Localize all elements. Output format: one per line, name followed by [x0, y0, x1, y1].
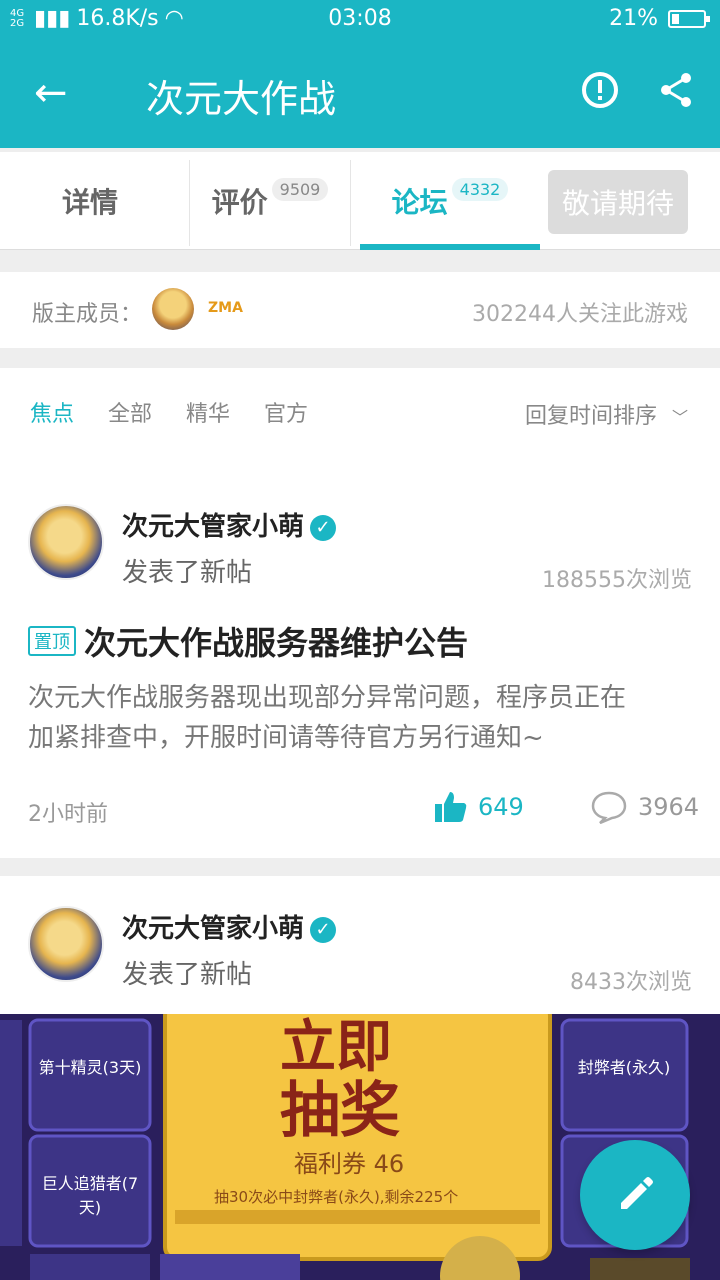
report-icon[interactable] [580, 70, 620, 110]
post-title[interactable]: 置顶 次元大作战服务器维护公告 [28, 618, 468, 664]
forum-count-badge: 4332 [451, 177, 509, 201]
post-body: 次元大作战服务器现出现部分异常问题，程序员正在 加紧排查中，开服时间请等待官方另… [28, 678, 692, 758]
active-tab-indicator [360, 244, 540, 250]
comment-icon [591, 791, 627, 824]
share-icon[interactable] [656, 70, 696, 110]
lottery-note: 抽30次必中封弊者(永久),剩余225个 [214, 1188, 459, 1206]
filter-all[interactable]: 全部 [108, 396, 152, 428]
tab-label: 评价 [211, 186, 268, 219]
view-count: 188555次浏览 [542, 568, 692, 593]
post-title-text: 次元大作战服务器维护公告 [84, 624, 469, 662]
view-count: 8433次浏览 [570, 970, 692, 995]
status-bar: 4G 2G ▮▮▮ 16.8K/s ◠ 03:08 21% [0, 0, 720, 40]
post-time: 2小时前 [28, 802, 108, 827]
review-count-badge: 9509 [271, 177, 329, 201]
coming-soon-button[interactable]: 敬请期待 [548, 170, 688, 234]
filter-focus[interactable]: 焦点 [30, 396, 74, 428]
moderator-logo[interactable]: ZMA [208, 300, 243, 316]
filter-bar: 焦点 全部 精华 官方 回复时间排序 ﹀ [0, 368, 720, 460]
filter-essence[interactable]: 精华 [186, 396, 230, 428]
verified-icon: ✓ [310, 916, 337, 943]
post-author[interactable]: 次元大管家小萌 ✓ [122, 908, 337, 945]
verified-icon: ✓ [310, 514, 337, 541]
compose-post-button[interactable] [580, 1140, 690, 1250]
like-button[interactable]: 649 [434, 790, 524, 824]
tab-label: 论坛 [391, 186, 448, 219]
comment-count: 3964 [638, 793, 700, 821]
page-title: 次元大作战 [146, 77, 337, 121]
post-action: 发表了新帖 [122, 960, 253, 990]
tab-forum[interactable]: 论坛 4332 [360, 152, 540, 250]
battery-percent: 21% [609, 6, 658, 31]
user-avatar[interactable] [28, 906, 104, 982]
post-action: 发表了新帖 [122, 558, 253, 588]
back-arrow-icon[interactable]: ← [34, 70, 68, 116]
reward-item: 封弊者(永久) [577, 1058, 671, 1077]
tab-bar: 详情 评价 9509 论坛 4332 敬请期待 [0, 152, 720, 250]
pencil-icon [621, 1177, 653, 1209]
chevron-down-icon: ﹀ [671, 408, 688, 427]
post-body-line: 次元大作战服务器现出现部分异常问题，程序员正在 [28, 683, 627, 713]
post-author[interactable]: 次元大管家小萌 ✓ [122, 506, 337, 543]
post-body-line: 加紧排查中，开服时间请等待官方另行通知~ [28, 723, 544, 753]
follower-count: 302244人关注此游戏 [472, 302, 688, 327]
tab-details[interactable]: 详情 [0, 152, 180, 250]
thumbs-up-icon [435, 792, 467, 822]
moderators-label: 版主成员： [32, 302, 143, 327]
sort-dropdown[interactable]: 回复时间排序 ﹀ [525, 398, 688, 430]
tab-label: 详情 [61, 186, 118, 219]
filter-official[interactable]: 官方 [264, 396, 308, 428]
moderators-row: 版主成员： ZMA 302244人关注此游戏 [0, 272, 720, 348]
user-avatar[interactable] [28, 504, 104, 580]
comment-button[interactable]: 3964 [590, 790, 699, 824]
like-count: 649 [478, 793, 524, 821]
battery-icon [668, 9, 710, 28]
coupon-count: 福利券 46 [294, 1150, 405, 1178]
post-card[interactable]: 次元大管家小萌 ✓ 发表了新帖 188555次浏览 置顶 次元大作战服务器维护公告… [0, 460, 720, 858]
author-name: 次元大管家小萌 [122, 512, 305, 542]
author-name: 次元大管家小萌 [122, 914, 305, 944]
reward-item: 第十精灵(3天) [38, 1058, 142, 1077]
banner-headline: 抽奖 [280, 1076, 400, 1146]
moderator-avatar[interactable] [152, 288, 194, 330]
reward-item: 巨人追猎者(7天) [41, 1174, 139, 1217]
sort-label: 回复时间排序 [524, 404, 657, 429]
pinned-badge: 置顶 [28, 626, 76, 656]
tab-reviews[interactable]: 评价 9509 [190, 152, 350, 250]
app-bar: ← 次元大作战 [0, 40, 720, 148]
